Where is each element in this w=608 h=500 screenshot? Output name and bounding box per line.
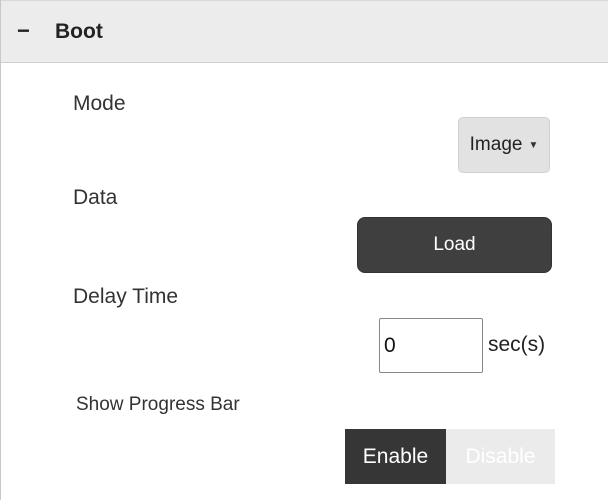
mode-select[interactable]: Image ▼ (458, 117, 550, 173)
enable-button[interactable]: Enable (345, 429, 446, 484)
data-label: Data (73, 186, 118, 209)
delay-time-label: Delay Time (73, 285, 179, 308)
section-title: Boot (55, 20, 103, 43)
boot-panel: − Boot Mode Image ▼ Data Load Delay Time… (0, 0, 608, 500)
caret-down-icon: ▼ (528, 140, 539, 151)
minus-icon[interactable]: − (17, 20, 30, 42)
mode-label: Mode (73, 92, 126, 115)
load-button[interactable]: Load (357, 217, 552, 273)
progress-bar-toggle: Enable Disable (345, 429, 555, 484)
delay-unit-label: sec(s) (488, 333, 546, 356)
mode-select-value: Image (469, 134, 523, 155)
boot-section-header[interactable]: − Boot (1, 0, 608, 63)
disable-button[interactable]: Disable (446, 429, 555, 484)
show-progress-bar-label: Show Progress Bar (76, 394, 240, 415)
delay-time-input[interactable] (379, 318, 483, 373)
